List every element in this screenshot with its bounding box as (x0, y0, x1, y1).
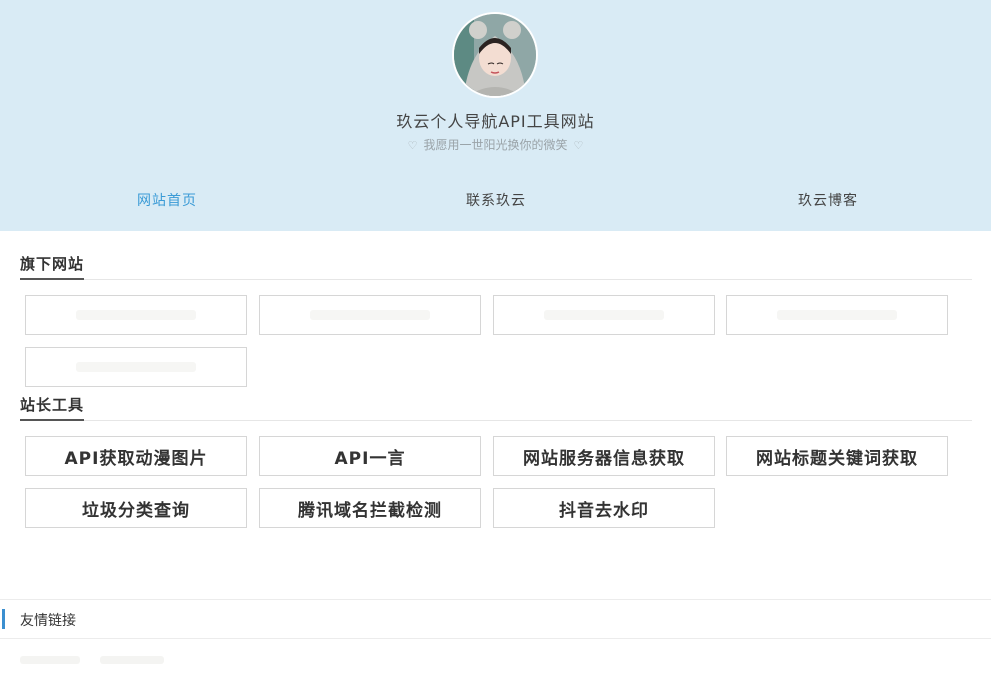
site-title: 玖云个人导航API工具网站 (396, 112, 595, 131)
tool-garbage-classify[interactable]: 垃圾分类查询 (25, 488, 247, 528)
friend-link[interactable] (100, 656, 164, 664)
tools-section-title: 站长工具 (20, 394, 85, 421)
header: 玖云个人导航API工具网站 ♡ 我愿用一世阳光换你的微笑 ♡ 网站首页 联系玖云 玖… (0, 0, 991, 231)
site-card[interactable] (726, 295, 948, 335)
tool-douyin-watermark[interactable]: 抖音去水印 (493, 488, 715, 528)
avatar[interactable] (452, 12, 538, 98)
main-nav: 网站首页 联系玖云 玖云博客 (0, 190, 991, 214)
site-motto: ♡ 我愿用一世阳光换你的微笑 ♡ (0, 136, 991, 153)
tool-anime-image-api[interactable]: API获取动漫图片 (25, 436, 247, 476)
site-card[interactable] (493, 295, 715, 335)
tool-tencent-domain-check[interactable]: 腾讯域名拦截检测 (259, 488, 481, 528)
nav-contact-link[interactable]: 联系玖云 (396, 190, 596, 210)
accent-bar (2, 609, 5, 629)
tool-title-keywords[interactable]: 网站标题关键词获取 (726, 436, 948, 476)
nav-blog-link[interactable]: 玖云博客 (728, 190, 928, 210)
friend-links-list (20, 656, 170, 666)
site-card[interactable] (259, 295, 481, 335)
tools-section-header: 站长工具 (20, 394, 972, 421)
friend-links-header: 友情链接 (0, 599, 991, 639)
tool-hitokoto-api[interactable]: API一言 (259, 436, 481, 476)
tool-server-info[interactable]: 网站服务器信息获取 (493, 436, 715, 476)
heart-icon: ♡ (573, 139, 584, 152)
heart-icon: ♡ (407, 139, 418, 152)
friend-link[interactable] (20, 656, 80, 664)
friend-links-title: 友情链接 (20, 613, 76, 629)
site-card[interactable] (25, 295, 247, 335)
sites-section-title: 旗下网站 (20, 253, 85, 280)
nav-home-link[interactable]: 网站首页 (67, 190, 267, 210)
sites-section-header: 旗下网站 (20, 253, 972, 280)
avatar-image (454, 14, 536, 96)
site-card[interactable] (25, 347, 247, 387)
motto-text: 我愿用一世阳光换你的微笑 (423, 138, 568, 152)
